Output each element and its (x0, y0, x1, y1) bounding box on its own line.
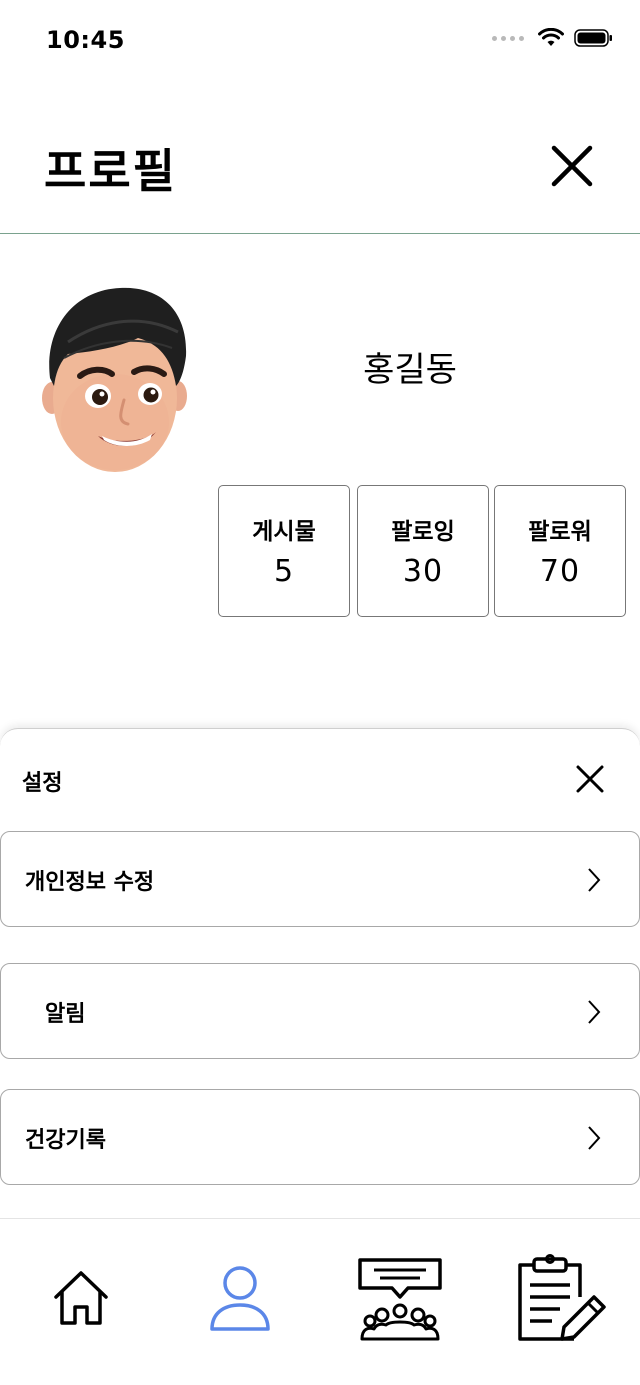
stat-value: 70 (539, 554, 581, 589)
menu-item-label: 건강기록 (25, 1128, 106, 1153)
stat-label: 팔로잉 (391, 519, 455, 545)
stat-value: 5 (273, 554, 295, 589)
chevron-right-icon (588, 1126, 601, 1150)
menu-item-label: 알림 (45, 1002, 86, 1027)
stat-following[interactable]: 팔로잉 30 (357, 485, 489, 617)
status-bar: 10:45 (0, 0, 640, 80)
close-icon[interactable] (572, 761, 608, 797)
menu-item-health-records[interactable]: 건강기록 (0, 1089, 640, 1185)
menu-item-edit-profile[interactable]: 개인정보 수정 (0, 831, 640, 927)
menu-item-notifications[interactable]: 알림 (0, 963, 640, 1059)
status-time: 10:45 (46, 26, 125, 54)
person-icon[interactable] (208, 1265, 272, 1333)
chevron-right-icon (588, 868, 601, 892)
home-icon[interactable] (50, 1267, 112, 1329)
stat-value: 30 (402, 554, 444, 589)
settings-title: 설정 (22, 771, 63, 796)
stat-followers[interactable]: 팔로워 70 (494, 485, 626, 617)
cellular-signal-icon (492, 35, 524, 41)
status-icons (492, 28, 614, 48)
profile-header: 프로필 (0, 80, 640, 234)
battery-icon (574, 29, 612, 47)
community-chat-icon[interactable] (356, 1257, 444, 1343)
wifi-icon (538, 28, 564, 46)
stat-label: 팔로워 (528, 519, 592, 545)
avatar (42, 287, 187, 472)
page-title: 프로필 (44, 144, 177, 198)
stat-label: 게시물 (252, 519, 316, 545)
close-icon[interactable] (548, 142, 596, 190)
chevron-right-icon (588, 1000, 601, 1024)
clipboard-edit-icon[interactable] (512, 1253, 608, 1345)
settings-sheet: 설정 개인정보 수정 알림 건강기록 (0, 728, 640, 1219)
tab-bar (0, 1219, 640, 1385)
menu-item-label: 개인정보 수정 (25, 870, 155, 895)
user-name: 홍길동 (363, 350, 457, 390)
stat-posts[interactable]: 게시물 5 (218, 485, 350, 617)
